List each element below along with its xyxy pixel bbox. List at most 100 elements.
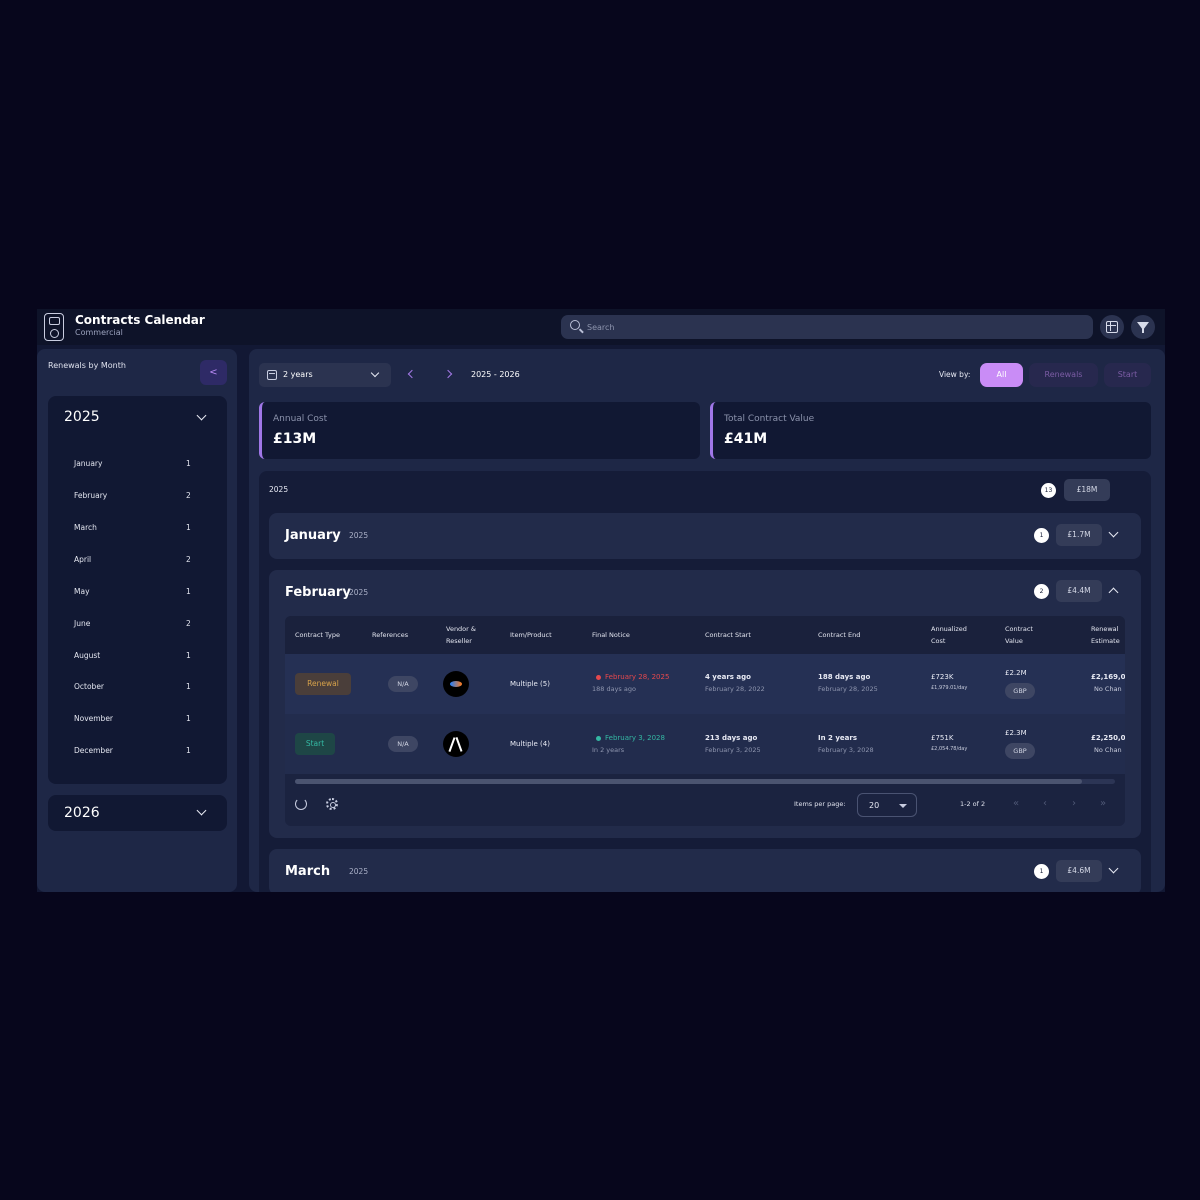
currency-pill: GBP (1005, 743, 1035, 759)
horizontal-scrollbar[interactable] (295, 779, 1115, 784)
sidebar-month-february[interactable]: February 2 (74, 491, 194, 505)
search-icon (570, 320, 580, 330)
column-header[interactable]: References (372, 616, 432, 654)
contract-start-relative: 213 days ago (705, 734, 758, 742)
gear-icon[interactable] (326, 798, 338, 810)
chevron-down-icon[interactable] (196, 805, 207, 816)
next-page-icon[interactable]: › (1072, 798, 1076, 809)
month-name: March (74, 523, 97, 532)
main-panel: 2 years 2025 - 2026 View by: All Renewal… (249, 349, 1165, 892)
month-name: June (74, 619, 91, 628)
vendor-logo[interactable] (443, 731, 469, 757)
contract-value: £2.2M (1005, 669, 1027, 677)
kpi-value: £13M (273, 431, 317, 447)
month-count: 1 (186, 682, 191, 691)
collapse-sidebar-button[interactable]: < (200, 360, 227, 385)
column-header[interactable]: Contract Value (1005, 616, 1051, 654)
sidebar-month-august[interactable]: August 1 (74, 651, 194, 665)
table-row[interactable]: Renewal N/A Multiple (5) February 28, 20… (285, 654, 1125, 714)
month-total-chip: £1.7M (1056, 524, 1102, 546)
month-card-march[interactable]: March 2025 1 £4.6M (269, 849, 1141, 892)
month-name: January (74, 459, 103, 468)
status-dot (596, 736, 601, 741)
chevron-up-icon[interactable] (1108, 587, 1119, 598)
month-count: 2 (186, 491, 191, 500)
view-renewals-button[interactable]: Renewals (1029, 363, 1098, 387)
contract-start-date: February 28, 2022 (705, 685, 765, 693)
vendor-logo[interactable] (443, 671, 469, 697)
month-count-badge: 1 (1034, 528, 1049, 543)
chevron-left-icon (407, 369, 417, 379)
month-total-chip: £4.4M (1056, 580, 1102, 602)
column-header[interactable]: Contract Type (295, 616, 365, 654)
sidebar-month-november[interactable]: November 1 (74, 714, 194, 728)
month-total-chip: £4.6M (1056, 860, 1102, 882)
month-card-january[interactable]: January 2025 1 £1.7M (269, 513, 1141, 559)
contract-start-date: February 3, 2025 (705, 746, 761, 754)
month-count: 1 (186, 587, 191, 596)
scrollbar-thumb[interactable] (295, 779, 1083, 784)
contract-start-relative: 4 years ago (705, 673, 751, 681)
month-count: 1 (186, 746, 191, 755)
sidebar-month-may[interactable]: May 1 (74, 587, 194, 601)
column-header[interactable]: Contract End (818, 616, 898, 654)
search-input[interactable] (587, 319, 1077, 335)
final-notice-date: February 3, 2028 (605, 734, 665, 742)
year-total-chip: £18M (1064, 479, 1110, 501)
chevron-down-icon[interactable] (1108, 527, 1119, 538)
year-panel-2025: 2025 13 £18M January 2025 1 £1.7M Februa… (259, 471, 1151, 892)
month-card-year: 2025 (349, 531, 369, 540)
app-window: Contracts Calendar Commercial Renewals b… (37, 309, 1165, 892)
last-page-icon[interactable]: » (1100, 798, 1106, 809)
top-bar: Contracts Calendar Commercial (37, 309, 1165, 345)
search-bar[interactable] (561, 315, 1093, 339)
column-header[interactable]: Item/Product (510, 616, 580, 654)
year-label[interactable]: 2025 (64, 409, 100, 425)
contract-end-date: February 3, 2028 (818, 746, 874, 754)
chevron-down-icon[interactable] (196, 410, 207, 421)
chevron-down-icon[interactable] (1108, 863, 1119, 874)
column-header[interactable]: Vendor & Reseller (446, 616, 480, 654)
renewal-estimate: £2,169,0 (1091, 673, 1125, 681)
calendar-icon (267, 370, 277, 380)
items-per-page-value: 20 (869, 801, 880, 810)
column-header[interactable]: Renewal Estimate (1091, 616, 1125, 654)
kpi-value: £41M (724, 431, 768, 447)
table-row[interactable]: Start N/A Multiple (4) February 3, 2028 … (285, 714, 1125, 774)
view-start-button[interactable]: Start (1104, 363, 1151, 387)
first-page-icon[interactable]: « (1013, 798, 1019, 809)
sidebar-month-april[interactable]: April 2 (74, 555, 194, 569)
month-name: April (74, 555, 92, 564)
prev-range-button[interactable] (404, 367, 420, 383)
filter-button[interactable] (1131, 315, 1155, 339)
year-card-2026[interactable]: 2026 (48, 795, 227, 831)
range-select[interactable]: 2 years (259, 363, 391, 387)
kpi-label: Total Contract Value (724, 414, 815, 424)
view-all-button[interactable]: All (980, 363, 1023, 387)
column-header[interactable]: Annualized Cost (931, 616, 981, 654)
sidebar-month-october[interactable]: October 1 (74, 682, 194, 696)
month-name: November (74, 714, 114, 723)
month-card-year: 2025 (349, 867, 369, 876)
month-name: May (74, 587, 90, 596)
app-logo-icon (44, 313, 64, 341)
table-settings-button[interactable] (1100, 315, 1124, 339)
sidebar-month-june[interactable]: June 2 (74, 619, 194, 633)
sidebar-month-january[interactable]: January 1 (74, 459, 194, 473)
column-header[interactable]: Final Notice (592, 616, 662, 654)
final-notice-date: February 28, 2025 (605, 673, 670, 681)
month-count: 1 (186, 651, 191, 660)
month-card-title: January (285, 528, 341, 543)
range-value: 2 years (283, 370, 313, 379)
refresh-icon[interactable] (295, 798, 307, 810)
app-title: Contracts Calendar (75, 313, 205, 327)
items-per-page-select[interactable]: 20 (857, 793, 917, 817)
kpi-annual-cost: Annual Cost £13M (259, 402, 700, 459)
next-range-button[interactable] (442, 367, 458, 383)
sidebar-month-march[interactable]: March 1 (74, 523, 194, 537)
sidebar-month-december[interactable]: December 1 (74, 746, 194, 760)
contract-end-relative: 188 days ago (818, 673, 871, 681)
column-header[interactable]: Contract Start (705, 616, 785, 654)
year-label: 2026 (64, 805, 100, 821)
prev-page-icon[interactable]: ‹ (1043, 798, 1047, 809)
